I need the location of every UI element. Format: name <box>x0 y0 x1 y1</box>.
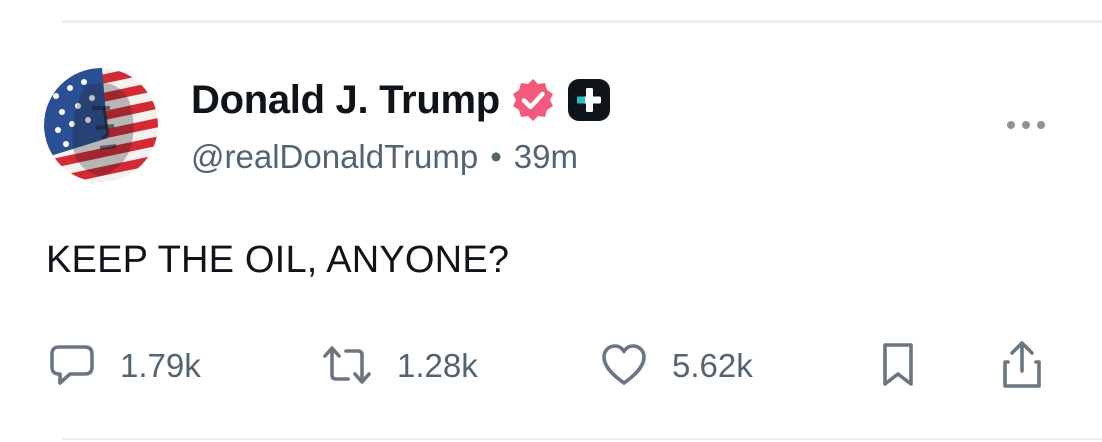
reply-count: 1.79k <box>120 346 201 384</box>
avatar[interactable] <box>44 68 158 182</box>
meta-separator: • <box>490 137 502 175</box>
post-card: Donald J. Trump @realDonaldTrump • 39m K… <box>0 0 1102 442</box>
bookmark-button[interactable] <box>878 340 918 390</box>
flag-portrait-avatar <box>44 68 158 182</box>
verified-badge-icon <box>512 79 553 121</box>
more-dot <box>1007 121 1015 129</box>
bookmark-icon <box>883 343 913 386</box>
more-button[interactable] <box>1000 112 1052 138</box>
action-bar: 1.79k 1.28k 5.62k <box>48 340 1058 390</box>
repost-button[interactable]: 1.28k <box>321 340 478 390</box>
author-handle[interactable]: @realDonaldTrump <box>191 140 478 173</box>
repost-count: 1.28k <box>397 346 478 384</box>
share-button[interactable] <box>1000 340 1044 390</box>
bottom-divider <box>62 438 1102 440</box>
post-text: KEEP THE OIL, ANYONE? <box>46 239 510 281</box>
reply-button[interactable]: 1.79k <box>48 340 201 390</box>
author-meta-row: @realDonaldTrump • 39m <box>191 134 578 178</box>
like-count: 5.62k <box>672 346 753 384</box>
reply-icon <box>50 345 94 385</box>
share-icon <box>1003 341 1041 388</box>
heart-icon <box>602 344 646 385</box>
more-dot <box>1022 121 1030 129</box>
top-divider <box>62 20 1102 23</box>
more-dot <box>1037 121 1045 129</box>
display-name[interactable]: Donald J. Trump <box>191 80 500 120</box>
repost-icon <box>323 346 371 384</box>
post-timestamp[interactable]: 39m <box>514 140 578 173</box>
author-name-row: Donald J. Trump <box>191 74 612 126</box>
like-button[interactable]: 5.62k <box>600 340 753 390</box>
plus-badge-icon <box>567 79 610 121</box>
